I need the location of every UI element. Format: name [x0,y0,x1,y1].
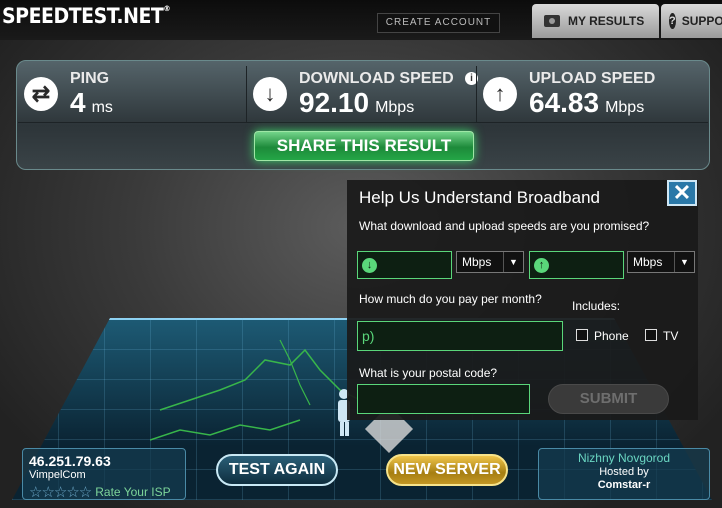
isp-info-box: 46.251.79.63 VimpelCom ☆☆☆☆☆ Rate Your I… [22,448,186,501]
top-bar: SPEEDTEST.NET® CREATE ACCOUNT MY RESULTS… [0,0,722,40]
test-again-button[interactable]: TEST AGAIN [216,454,338,486]
chevron-down-icon: ▼ [503,252,523,272]
new-server-button[interactable]: NEW SERVER [386,454,508,486]
rate-isp-link[interactable]: Rate Your ISP [95,485,170,499]
upload-metric: ↑ UPLOAD SPEED 64.83 Mbps [476,66,708,122]
server-info-box: Nizhny Novgorod Hosted by Comstar-r [538,448,710,500]
server-city[interactable]: Nizhny Novgorod [539,451,709,466]
upload-unit-value: Mbps [633,255,663,269]
hosted-by-label: Hosted by [599,466,649,478]
share-result-button[interactable]: SHARE THIS RESULT [254,131,474,161]
download-label: DOWNLOAD SPEED [299,70,454,87]
speeds-question: What download and upload speeds are you … [359,219,650,233]
logo-mark: ® [163,4,171,13]
download-arrow-icon: ↓ [253,77,287,111]
camera-icon [544,15,560,27]
download-unit-select[interactable]: Mbps ▼ [456,251,524,273]
close-icon[interactable]: ✕ [667,180,697,206]
upload-label: UPLOAD SPEED [529,70,656,87]
download-metric: ↓ DOWNLOAD SPEED 92.10 Mbps i [246,66,478,122]
includes-label: Includes: [572,299,621,313]
upload-arrow-icon: ↑ [483,77,517,111]
ping-icon: ⇄ [24,77,58,111]
create-account-button[interactable]: CREATE ACCOUNT [377,13,500,33]
dialog-title: Help Us Understand Broadband [359,188,600,207]
promised-download-field[interactable]: ↓ [357,251,452,279]
speedtest-logo[interactable]: SPEEDTEST.NET® [2,4,171,28]
chevron-down-icon: ▼ [674,252,694,272]
tab-support[interactable]: ? SUPPORT [661,4,722,38]
rating-stars-icon[interactable]: ☆☆☆☆☆ [29,483,92,501]
ip-address: 46.251.79.63 [29,453,111,469]
tab-my-results[interactable]: MY RESULTS [532,4,659,38]
tab-my-results-label: MY RESULTS [568,14,645,28]
metrics-row: ⇄ PING 4 ms ↓ DOWNLOAD SPEED 92.10 Mbps i … [18,66,708,122]
pay-question: How much do you pay per month? [359,292,542,306]
upload-value: 64.83 [529,87,600,118]
ping-metric: ⇄ PING 4 ms [18,66,246,122]
ping-value: 4 [70,87,86,118]
isp-name: VimpelCom [29,469,86,481]
upload-arrow-icon: ↑ [534,258,549,273]
promised-upload-field[interactable]: ↑ [529,251,624,279]
tab-support-label: SUPPORT [681,14,722,28]
submit-button[interactable]: SUBMIT [548,384,669,414]
download-unit: Mbps [375,99,415,116]
ping-unit: ms [91,99,113,116]
tv-checkbox[interactable] [645,329,657,341]
ping-label: PING [70,70,110,87]
question-icon: ? [669,13,676,29]
upload-unit: Mbps [605,99,645,116]
tv-label: TV [663,329,679,343]
monthly-price-input[interactable]: p) [357,321,563,351]
phone-label: Phone [594,329,629,343]
postal-question: What is your postal code? [359,366,498,380]
phone-checkbox[interactable] [576,329,588,341]
upload-unit-select[interactable]: Mbps ▼ [627,251,695,273]
download-value: 92.10 [299,87,370,118]
download-arrow-icon: ↓ [362,258,377,273]
download-unit-value: Mbps [462,255,492,269]
server-host: Comstar-r [597,479,651,491]
postal-code-input[interactable] [357,384,530,414]
logo-text: SPEEDTEST.NET [2,4,164,28]
